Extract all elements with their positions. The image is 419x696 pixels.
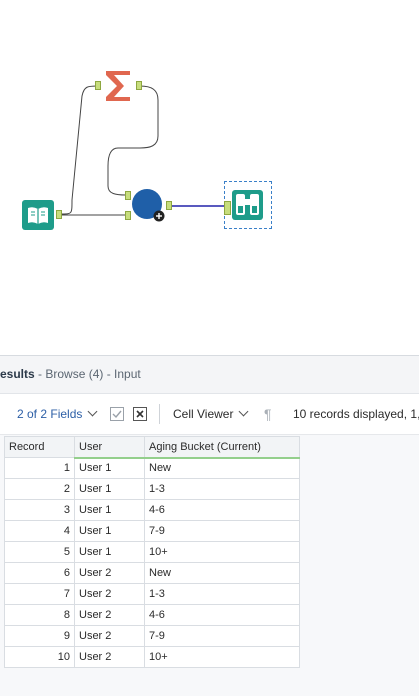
chevron-down-icon [239,406,249,417]
table-row[interactable]: 2 User 1 1-3 [4,478,300,500]
table-row[interactable]: 5 User 1 10+ [4,541,300,563]
aging-cell[interactable]: 7-9 [144,520,300,542]
aging-cell[interactable]: New [144,457,300,479]
sigma-icon [106,71,130,101]
connections-layer [61,85,224,216]
aging-cell[interactable]: 1-3 [144,478,300,500]
cell-viewer-button[interactable]: Cell Viewer [173,394,249,434]
record-cell[interactable]: 2 [4,478,75,500]
aging-cell[interactable]: 10+ [144,541,300,563]
user-cell[interactable]: User 2 [74,562,145,584]
record-cell[interactable]: 10 [4,646,75,668]
fields-selector-label: 2 of 2 Fields [17,407,83,421]
join-left-anchor[interactable] [125,191,131,200]
table-row[interactable]: 7 User 2 1-3 [4,583,300,605]
cell-viewer-label: Cell Viewer [173,407,234,421]
record-cell[interactable]: 5 [4,541,75,563]
summarize-output-anchor[interactable] [136,81,142,90]
table-row[interactable]: 6 User 2 New [4,562,300,584]
user-cell[interactable]: User 1 [74,520,145,542]
column-header-record[interactable]: Record [4,436,75,458]
record-cell[interactable]: 8 [4,604,75,626]
aging-cell[interactable]: 7-9 [144,625,300,647]
table-row[interactable]: 4 User 1 7-9 [4,520,300,542]
table-row[interactable]: 1 User 1 New [4,457,300,479]
table-row[interactable]: 8 User 2 4-6 [4,604,300,626]
pilcrow-icon[interactable]: ¶ [264,394,272,434]
table-row[interactable]: 3 User 1 4-6 [4,499,300,521]
records-status: 10 records displayed, 1,0 [293,407,419,421]
user-cell[interactable]: User 2 [74,583,145,605]
record-cell[interactable]: 7 [4,583,75,605]
browse-tool[interactable] [232,190,263,220]
aging-cell[interactable]: 4-6 [144,604,300,626]
record-cell[interactable]: 9 [4,625,75,647]
record-cell[interactable]: 6 [4,562,75,584]
checkbox-check-icon[interactable] [110,407,124,421]
column-header-aging-bucket[interactable]: Aging Bucket (Current) [144,436,300,459]
aging-cell[interactable]: 10+ [144,646,300,668]
binoculars-icon [232,190,263,220]
user-cell[interactable]: User 2 [74,625,145,647]
user-cell[interactable]: User 2 [74,646,145,668]
join-right-anchor[interactable] [125,211,131,220]
record-cell[interactable]: 4 [4,520,75,542]
grid-header-row: Record User Aging Bucket (Current) [4,436,300,459]
join-tool[interactable] [132,189,166,223]
results-subtitle: - Browse (4) - Input [34,367,141,381]
results-panel: esults - Browse (4) - Input 2 of 2 Field… [0,355,419,696]
browse-input-anchor[interactable] [224,201,231,215]
connection-input-summarize [61,85,99,215]
chevron-down-icon [87,406,98,417]
summarize-tool[interactable] [102,70,134,102]
summarize-input-anchor[interactable] [95,81,101,90]
connection-summarize-join [107,85,159,196]
input-output-anchor[interactable] [56,210,62,219]
table-row[interactable]: 9 User 2 7-9 [4,625,300,647]
record-cell[interactable]: 1 [4,457,75,479]
fields-selector-button[interactable]: 2 of 2 Fields [17,394,98,434]
record-cell[interactable]: 3 [4,499,75,521]
input-data-tool[interactable] [22,200,54,230]
circle-join-icon [132,189,165,222]
join-output-anchor[interactable] [166,201,172,210]
aging-cell[interactable]: 4-6 [144,499,300,521]
book-icon [22,200,54,230]
results-header: esults - Browse (4) - Input [0,356,419,394]
workflow-canvas[interactable] [0,0,419,355]
table-row[interactable]: 10 User 2 10+ [4,646,300,668]
aging-cell[interactable]: New [144,562,300,584]
user-cell[interactable]: User 1 [74,541,145,563]
user-cell[interactable]: User 1 [74,478,145,500]
user-cell[interactable]: User 1 [74,499,145,521]
results-toolbar: 2 of 2 Fields Cell Viewer ¶ 10 records d… [0,394,419,435]
column-header-user[interactable]: User [74,436,145,459]
aging-cell[interactable]: 1-3 [144,583,300,605]
user-cell[interactable]: User 1 [74,457,145,479]
user-cell[interactable]: User 2 [74,604,145,626]
checkbox-x-icon[interactable] [133,407,147,421]
toolbar-separator [159,404,160,424]
results-grid: Record User Aging Bucket (Current) 1 Use… [4,436,300,668]
results-title: esults [0,367,35,381]
